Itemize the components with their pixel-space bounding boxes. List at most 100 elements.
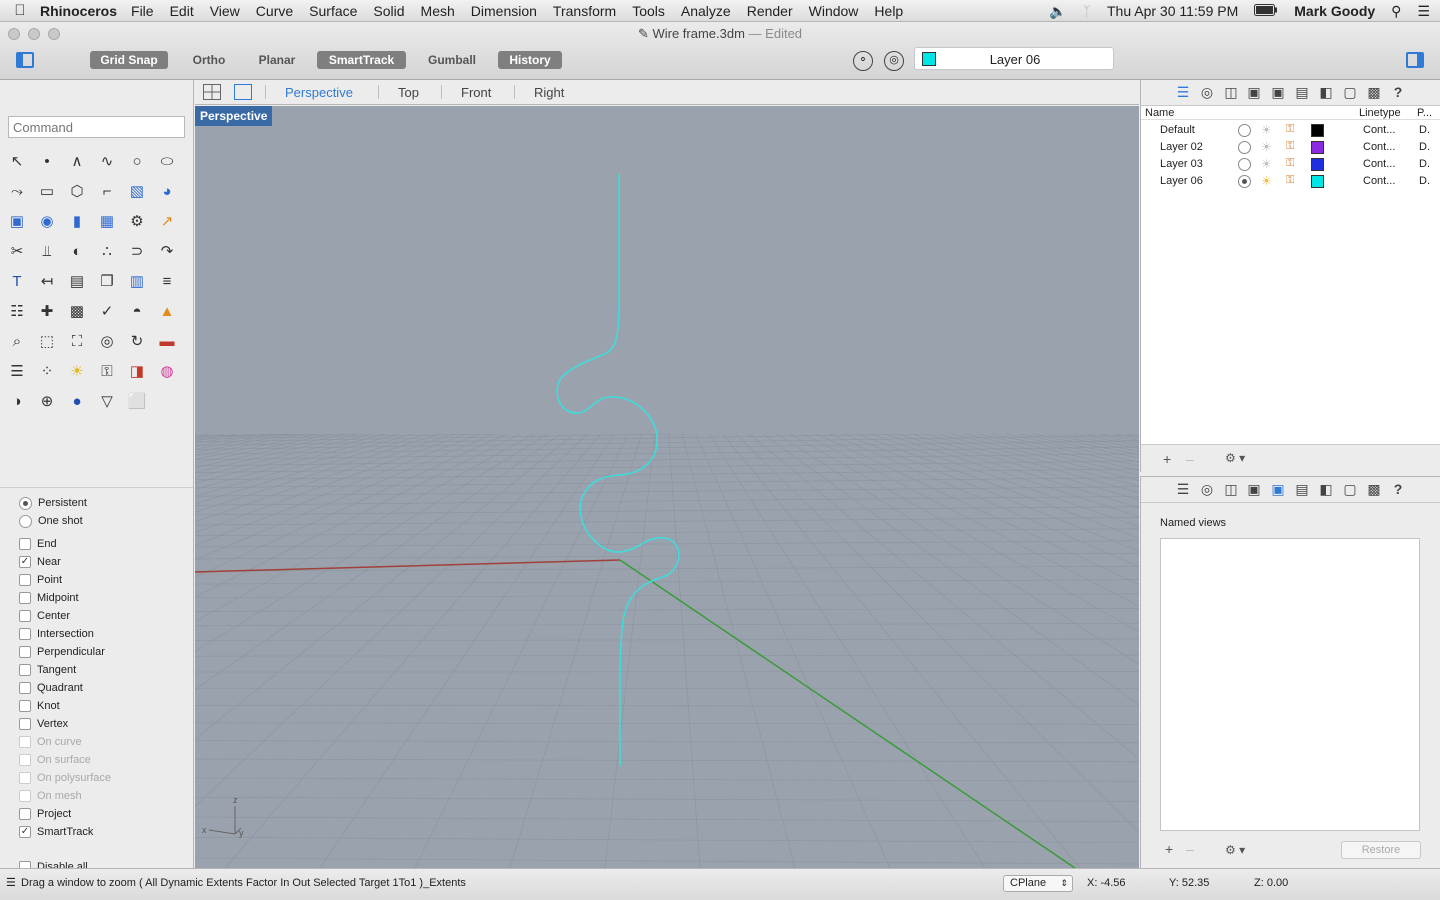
remove-layer-button[interactable]: – <box>1186 451 1194 467</box>
display-tab-icon[interactable]: ◎ <box>1197 84 1217 101</box>
layer-print-color[interactable]: D. <box>1419 124 1430 136</box>
bluetooth-icon[interactable]: ᛉ <box>1083 3 1091 19</box>
checkbox-icon[interactable] <box>19 646 31 658</box>
car-tool-button[interactable]: ▬ <box>152 326 182 356</box>
layer-linetype[interactable]: Cont... <box>1363 124 1395 136</box>
checkbox-icon[interactable]: ✓ <box>19 556 31 568</box>
remove-view-button[interactable]: – <box>1186 841 1194 857</box>
menu-window[interactable]: Window <box>809 3 859 19</box>
checkbox-icon[interactable] <box>19 610 31 622</box>
zoom-tool-button[interactable]: ⌕ <box>2 326 32 356</box>
dimension-tool-button[interactable]: ↤ <box>32 266 62 296</box>
boolean-tool-button[interactable]: ◐ <box>62 236 92 266</box>
menu-transform[interactable]: Transform <box>553 3 616 19</box>
join-tool-button[interactable]: ⊃ <box>122 236 152 266</box>
current-layer-radio-icon[interactable] <box>1238 175 1251 188</box>
patch-tool-button[interactable]: ◕ <box>152 176 182 206</box>
gumball-button[interactable]: Gumball <box>420 51 484 69</box>
zoom-extents-tool-button[interactable]: ⛶ <box>62 326 92 356</box>
surface-tool-button[interactable]: ▧ <box>122 176 152 206</box>
named-views-list[interactable] <box>1160 538 1420 831</box>
mesh-plane-tool-button[interactable]: ▦ <box>92 206 122 236</box>
cylinder-tool-button[interactable]: ▮ <box>62 206 92 236</box>
fillet-tool-button[interactable]: ⌐ <box>92 176 122 206</box>
layer-print-color[interactable]: D. <box>1419 158 1430 170</box>
zoom-selected-tool-button[interactable]: ◎ <box>92 326 122 356</box>
osnap-knot[interactable]: Knot <box>19 698 60 714</box>
osnap-tangent[interactable]: Tangent <box>19 662 76 678</box>
status-menu-icon[interactable]: ☰ <box>6 876 16 889</box>
menu-dimension[interactable]: Dimension <box>471 3 537 19</box>
checkbox-icon[interactable] <box>19 574 31 586</box>
checkbox-icon[interactable] <box>19 628 31 640</box>
ellipse-tool-button[interactable]: ⬭ <box>152 146 182 176</box>
point-tool-button[interactable]: • <box>32 146 62 176</box>
grid-array-tool-button[interactable]: ☷ <box>2 296 32 326</box>
column-name[interactable]: Name <box>1145 107 1174 119</box>
hatch-tool-button[interactable]: ≡ <box>152 266 182 296</box>
osnap-smarttrack[interactable]: ✓ SmartTrack <box>19 824 93 840</box>
radio-icon[interactable] <box>19 514 32 528</box>
apple-icon[interactable]:  <box>0 2 40 19</box>
ortho-button[interactable]: Ortho <box>184 51 234 69</box>
globe-tool-button[interactable]: ⊕ <box>32 386 62 416</box>
layer-linetype[interactable]: Cont... <box>1363 141 1395 153</box>
current-layer-dropdown[interactable]: Layer 06 <box>914 47 1114 70</box>
menu-mesh[interactable]: Mesh <box>421 3 455 19</box>
volume-icon[interactable]: 🔈 <box>1049 3 1066 20</box>
checkbox-icon[interactable] <box>19 538 31 550</box>
rotate-view-tool-button[interactable]: ↻ <box>122 326 152 356</box>
render-ball-tool-button[interactable]: ● <box>62 386 92 416</box>
layer-row[interactable]: Layer 02 ☀ ⚿ Cont... D. <box>1141 139 1440 156</box>
osnap-intersection[interactable]: Intersection <box>19 626 94 642</box>
polygon-tool-button[interactable]: ⬡ <box>62 176 92 206</box>
layer-tools-tool-button[interactable]: ☰ <box>2 356 32 386</box>
offset-tool-button[interactable]: ↷ <box>152 236 182 266</box>
layer-options-gear-icon[interactable]: ⚙ ▾ <box>1225 451 1245 465</box>
viewport-canvas[interactable]: z x y <box>195 106 1139 868</box>
sphere-union-tool-button[interactable]: ◉ <box>32 206 62 236</box>
display-mode-tab-icon[interactable]: ▩ <box>1364 481 1384 498</box>
gumball-tool-button[interactable]: ✚ <box>32 296 62 326</box>
view-options-gear-icon[interactable]: ⚙ ▾ <box>1225 843 1245 857</box>
menu-edit[interactable]: Edit <box>170 3 194 19</box>
menu-render[interactable]: Render <box>747 3 793 19</box>
osnap-quadrant[interactable]: Quadrant <box>19 680 83 696</box>
camera-tab-icon[interactable]: ▣ <box>1268 481 1288 498</box>
text-tool-button[interactable]: T <box>2 266 32 296</box>
layer-name[interactable]: Layer 06 <box>1160 175 1203 187</box>
grid-snap-button[interactable]: Grid Snap <box>90 51 168 69</box>
display-mode-tab-icon[interactable]: ▩ <box>1364 84 1384 101</box>
single-viewport-layout-icon[interactable] <box>234 84 252 100</box>
add-view-button[interactable]: + <box>1165 841 1173 857</box>
curve-tool-button[interactable]: ∿ <box>92 146 122 176</box>
light-bulb-icon[interactable]: ☀ <box>1261 174 1272 188</box>
layer-color-swatch[interactable] <box>1311 175 1324 188</box>
dome-tool-button[interactable]: ◓ <box>122 296 152 326</box>
gears-tool-button[interactable]: ⚙ <box>122 206 152 236</box>
polyline-tool-button[interactable]: ∧ <box>62 146 92 176</box>
help-tab-icon[interactable]: ? <box>1388 84 1408 100</box>
object-tab-icon[interactable]: ▣ <box>1244 481 1264 498</box>
menu-help[interactable]: Help <box>874 3 903 19</box>
display-tab-icon[interactable]: ◎ <box>1197 481 1217 498</box>
render-tab-icon[interactable]: ▤ <box>1292 481 1312 498</box>
osnap-near[interactable]: ✓ Near <box>19 554 61 570</box>
cplane-tab-icon[interactable]: ◧ <box>1316 481 1336 498</box>
record-history-icon[interactable]: ⚬ <box>853 51 873 71</box>
layer-color-swatch[interactable] <box>1311 158 1324 171</box>
lock-sheet-tool-button[interactable]: ▩ <box>62 296 92 326</box>
block-tool-button[interactable]: ▥ <box>122 266 152 296</box>
layout-tab-icon[interactable]: ▢ <box>1340 84 1360 101</box>
flag-tool-button[interactable]: ▽ <box>92 386 122 416</box>
current-layer-radio-icon[interactable] <box>1238 158 1251 171</box>
copy-tool-button[interactable]: ❐ <box>92 266 122 296</box>
lock-icon[interactable]: ⚿ <box>1286 157 1294 170</box>
clock[interactable]: Thu Apr 30 11:59 PM <box>1107 3 1238 19</box>
layer-print-color[interactable]: D. <box>1419 175 1430 187</box>
layer-linetype[interactable]: Cont... <box>1363 175 1395 187</box>
zoom-window-tool-button[interactable]: ⬚ <box>32 326 62 356</box>
layers-tab-icon[interactable]: ☰ <box>1173 481 1193 498</box>
menu-file[interactable]: File <box>131 3 154 19</box>
select-arrow-tool-button[interactable]: ↖ <box>2 146 32 176</box>
